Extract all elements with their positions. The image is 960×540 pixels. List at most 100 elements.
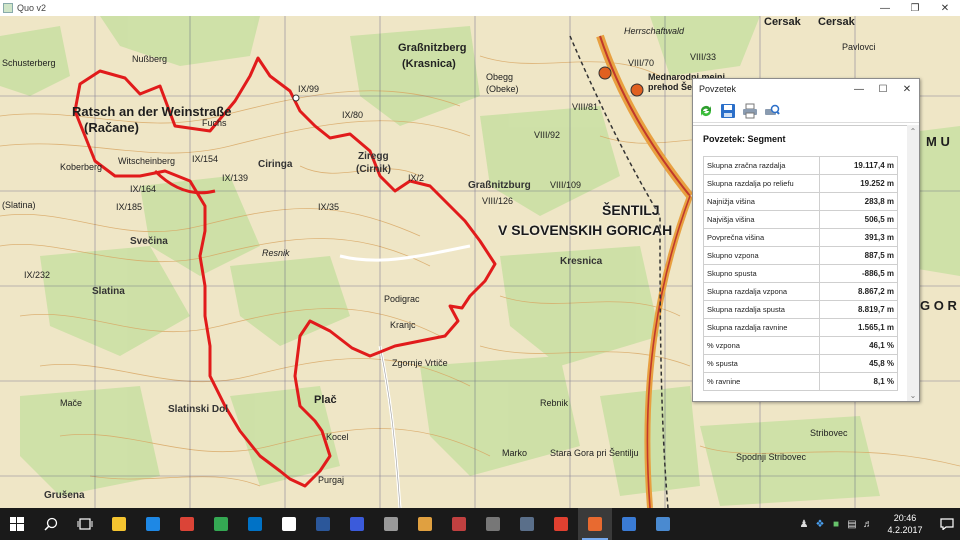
summary-row: Skupna razdalja vzpona 8.867,2 m xyxy=(703,282,898,301)
taskbar-app-store[interactable] xyxy=(272,508,306,540)
map-label: Stribovec xyxy=(810,428,848,438)
taskbar-app-quo-map[interactable] xyxy=(578,508,612,540)
summary-row: Skupna razdalja spusta 8.819,7 m xyxy=(703,300,898,319)
map-label: Zgornje Vrtiče xyxy=(392,358,448,368)
refresh-icon[interactable] xyxy=(697,102,715,120)
map-label: IX/80 xyxy=(342,110,364,120)
app-screen-icon xyxy=(656,517,670,531)
close-button[interactable]: ✕ xyxy=(930,0,960,16)
app-tools-icon xyxy=(452,517,466,531)
summary-row: % vzpona 46,1 % xyxy=(703,336,898,355)
app-photos-icon xyxy=(384,517,398,531)
taskbar-app-outlook[interactable] xyxy=(238,508,272,540)
taskbar-app-word[interactable] xyxy=(306,508,340,540)
map-label: IX/164 xyxy=(130,184,157,194)
volume-icon[interactable]: ♬ xyxy=(860,508,876,540)
print-icon[interactable] xyxy=(741,102,759,120)
taskbar-app-app-tools[interactable] xyxy=(442,508,476,540)
map-label: Plač xyxy=(314,394,337,406)
summary-row-value: 391,3 m xyxy=(819,228,898,247)
app-tray-icon[interactable]: ■ xyxy=(828,508,844,540)
map-label: Grušena xyxy=(44,490,85,501)
taskbar-app-app-photos[interactable] xyxy=(374,508,408,540)
app-icon xyxy=(3,3,13,13)
map-label: Rebnik xyxy=(540,398,569,408)
task-view-icon xyxy=(77,518,93,530)
minimize-button[interactable]: — xyxy=(870,0,900,16)
app-globe-icon xyxy=(622,517,636,531)
summary-row-value: 506,5 m xyxy=(819,210,898,229)
clock[interactable]: 20:46 4.2.2017 xyxy=(876,512,934,536)
dropbox-icon[interactable]: ❖ xyxy=(812,508,828,540)
summary-row: Skupno spusta -886,5 m xyxy=(703,264,898,283)
summary-window[interactable]: Povzetek — ☐ ✕ Povzetek: Segment Skupna … xyxy=(692,78,920,402)
map-label: IX/99 xyxy=(298,84,320,94)
taskbar-app-edge[interactable] xyxy=(136,508,170,540)
taskbar-app-app-screen[interactable] xyxy=(646,508,680,540)
summary-row-label: Povprečna višina xyxy=(703,228,820,247)
map-label: Nußberg xyxy=(132,54,168,64)
map-label: Fuchs xyxy=(202,118,227,128)
border-crossing-marker xyxy=(598,66,612,80)
network-icon[interactable]: ▤ xyxy=(844,508,860,540)
outlook-icon xyxy=(248,517,262,531)
summary-table: Skupna zračna razdalja 19.117,4 m Skupna r… xyxy=(703,156,898,391)
search-button[interactable] xyxy=(34,508,68,540)
summary-toolbar xyxy=(693,99,919,123)
summary-row-value: 8,1 % xyxy=(819,372,898,391)
app-blue-icon xyxy=(350,517,364,531)
minimize-button[interactable]: — xyxy=(847,79,871,99)
taskbar-app-chrome[interactable] xyxy=(170,508,204,540)
taskbar-app-app-steel[interactable] xyxy=(510,508,544,540)
close-button[interactable]: ✕ xyxy=(895,79,919,99)
summary-row-label: Skupna razdalja spusta xyxy=(703,300,820,319)
save-icon[interactable] xyxy=(719,102,737,120)
people-icon[interactable]: ♟ xyxy=(796,508,812,540)
summary-heading: Povzetek: Segment xyxy=(703,134,786,144)
task-view-button[interactable] xyxy=(68,508,102,540)
print-preview-icon[interactable] xyxy=(763,102,781,120)
summary-content: Povzetek: Segment Skupna zračna razdalja… xyxy=(693,125,909,401)
taskbar-app-app-calculator[interactable] xyxy=(476,508,510,540)
app-calculator-icon xyxy=(486,517,500,531)
map-label: Cersak xyxy=(764,16,801,28)
summary-row-value: 8.867,2 m xyxy=(819,282,898,301)
summary-scrollbar[interactable]: ⌃ ⌄ xyxy=(907,125,919,401)
summary-row: Povprečna višina 391,3 m xyxy=(703,228,898,247)
map-label: Ratsch an der Weinstraße xyxy=(72,104,232,119)
scroll-down-arrow-icon[interactable]: ⌄ xyxy=(907,389,919,401)
map-label: VIII/126 xyxy=(482,196,514,206)
summary-title: Povzetek xyxy=(699,84,737,94)
summary-row-label: Skupno spusta xyxy=(703,264,820,283)
store-icon xyxy=(282,517,296,531)
map-label: IX/154 xyxy=(192,154,219,164)
map-label: Cersak xyxy=(818,16,855,28)
summary-row-value: 19.252 m xyxy=(819,174,898,193)
map-label: VIII/81 xyxy=(572,102,599,112)
google-drive-icon xyxy=(214,517,228,531)
chrome-icon xyxy=(180,517,194,531)
taskbar-app-app-red[interactable] xyxy=(544,508,578,540)
summary-row-value: 8.819,7 m xyxy=(819,300,898,319)
map-label: Schusterberg xyxy=(2,58,56,68)
map-label: Pavlovci xyxy=(842,42,876,52)
map-label: Slatina xyxy=(92,286,125,297)
scroll-up-arrow-icon[interactable]: ⌃ xyxy=(907,125,919,137)
taskbar-app-google-drive[interactable] xyxy=(204,508,238,540)
summary-row-value: 45,8 % xyxy=(819,354,898,373)
summary-row-label: % ravnine xyxy=(703,372,820,391)
start-button[interactable] xyxy=(0,508,34,540)
notifications-icon[interactable] xyxy=(934,508,960,540)
taskbar-app-app-paint[interactable] xyxy=(408,508,442,540)
taskbar-app-app-blue[interactable] xyxy=(340,508,374,540)
taskbar-app-app-globe[interactable] xyxy=(612,508,646,540)
map-label: Purgaj xyxy=(318,475,345,485)
map-label: Kresnica xyxy=(560,256,603,267)
app-paint-icon xyxy=(418,517,432,531)
summary-row-label: Skupna razdalja po reliefu xyxy=(703,174,820,193)
maximize-button[interactable]: ☐ xyxy=(871,79,895,99)
restore-button[interactable]: ❐ xyxy=(900,0,930,16)
taskbar-app-file-explorer[interactable] xyxy=(102,508,136,540)
map-label: (Obeke) xyxy=(486,84,519,94)
taskbar: ♟ ❖ ■ ▤ ♬ 20:46 4.2.2017 xyxy=(0,508,960,540)
